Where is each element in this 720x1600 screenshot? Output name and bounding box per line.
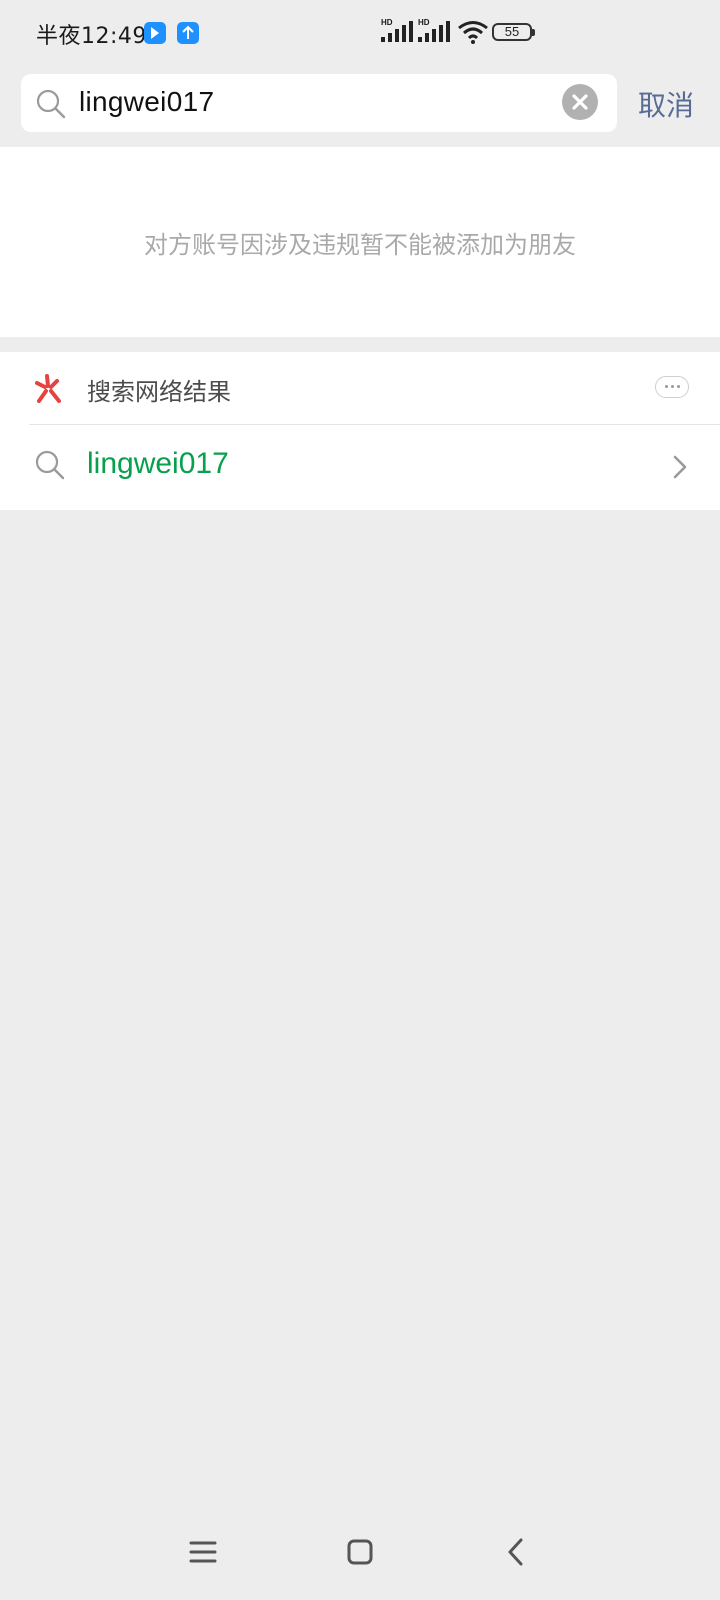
list-item[interactable]: lingwei017 [0, 425, 720, 510]
search-icon [35, 450, 65, 480]
chevron-right-icon [673, 455, 687, 479]
cancel-button[interactable]: 取消 [638, 84, 694, 124]
clear-button[interactable] [562, 84, 598, 120]
menu-icon[interactable] [183, 1532, 223, 1572]
web-results-panel: 搜索网络结果 lingwei017 [0, 352, 720, 510]
signal-icon: HD [418, 18, 452, 44]
upload-notification-icon [177, 22, 199, 44]
hd-label: HD [381, 18, 393, 27]
search-icon [36, 89, 66, 119]
battery-tip [532, 29, 535, 36]
system-nav-bar [0, 1520, 720, 1600]
search-box[interactable]: lingwei017 [21, 74, 617, 132]
more-icon-dot [671, 385, 674, 388]
app-notification-icon [144, 22, 166, 44]
back-icon[interactable] [497, 1532, 537, 1572]
hd-label: HD [418, 18, 430, 27]
home-icon[interactable] [340, 1532, 380, 1572]
status-bar: 半夜12:49 HD HD 55 [0, 0, 720, 64]
notice-panel: 对方账号因涉及违规暂不能被添加为朋友 [0, 147, 720, 337]
more-icon-dot [677, 385, 680, 388]
more-button[interactable] [655, 376, 689, 398]
sou-logo-icon [35, 374, 61, 403]
more-icon [665, 385, 668, 388]
battery-icon: 55 [492, 23, 532, 41]
result-label: lingwei017 [87, 447, 229, 480]
search-input[interactable]: lingwei017 [79, 86, 214, 118]
status-time: 半夜12:49 [36, 24, 147, 49]
clear-icon [572, 94, 588, 110]
web-results-header: 搜索网络结果 [0, 352, 720, 424]
wifi-icon [458, 21, 488, 44]
notice-message: 对方账号因涉及违规暂不能被添加为朋友 [144, 231, 576, 259]
web-results-title: 搜索网络结果 [87, 378, 231, 406]
status-icons: HD HD 55 [381, 18, 684, 46]
signal-icon: HD [381, 18, 415, 44]
